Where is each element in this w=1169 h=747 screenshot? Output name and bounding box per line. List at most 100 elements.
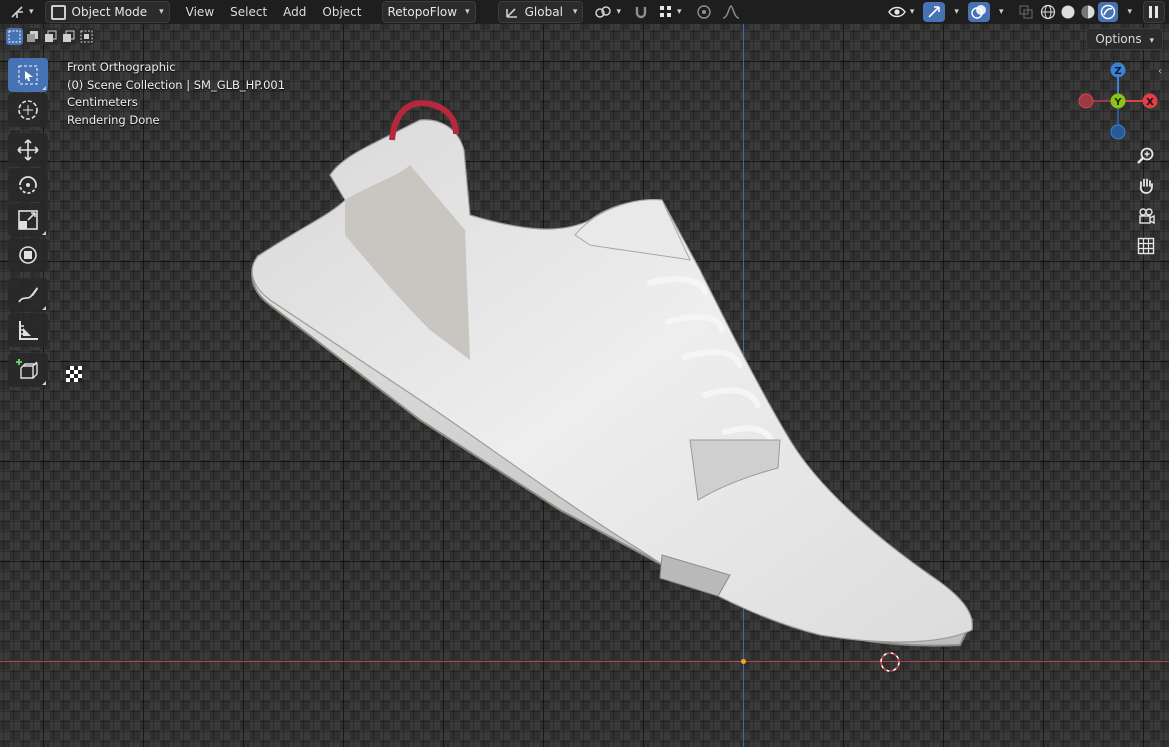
- options-dropdown[interactable]: Options ▾: [1086, 28, 1163, 50]
- menu-select[interactable]: Select: [222, 2, 275, 22]
- menu-view[interactable]: View: [178, 2, 222, 22]
- tool-move[interactable]: [8, 133, 48, 167]
- tool-cursor[interactable]: [8, 93, 48, 127]
- tweak-select-icon: [18, 65, 38, 85]
- transform-orientation-dropdown[interactable]: Global ▾: [497, 1, 584, 23]
- neg-z-handle[interactable]: [1110, 124, 1126, 140]
- tool-transform[interactable]: [8, 238, 48, 272]
- render-status: Rendering Done: [67, 112, 160, 127]
- y-axis-label: Y: [1113, 97, 1122, 108]
- rendered-sphere-icon: [1101, 4, 1116, 20]
- chevron-down-icon: ▾: [465, 7, 470, 17]
- menu-add[interactable]: Add: [275, 2, 314, 22]
- view-name: Front Orthographic: [67, 60, 176, 74]
- chevron-down-icon: ▾: [909, 7, 915, 17]
- select-subtract-icon: [45, 30, 57, 42]
- orientation-icon: [505, 8, 517, 18]
- options-label: Options: [1095, 32, 1142, 46]
- move-icon: [17, 139, 39, 161]
- chevron-down-icon: ▾: [998, 7, 1004, 17]
- neg-x-handle[interactable]: [1078, 93, 1094, 109]
- chevron-down-icon: ▾: [616, 7, 621, 17]
- retopoflow-menu[interactable]: RetopoFlow ▾: [381, 1, 476, 23]
- proportional-edit-toggle[interactable]: [691, 2, 717, 22]
- checker-render-icon[interactable]: [66, 366, 82, 382]
- x-axis-label: X: [1146, 97, 1154, 108]
- tool-annotate[interactable]: [8, 278, 48, 312]
- origin-point[interactable]: [741, 659, 746, 664]
- shading-dropdown[interactable]: ▾: [1118, 2, 1137, 22]
- gizmo-toggle[interactable]: [923, 2, 946, 22]
- add-cube-icon: [16, 359, 38, 379]
- proportional-edit-icon: [696, 5, 711, 19]
- magnet-icon: [635, 7, 647, 19]
- shading-solid[interactable]: [1058, 2, 1078, 22]
- chevron-down-icon: ▾: [29, 7, 34, 17]
- shading-rendered[interactable]: [1098, 2, 1119, 22]
- chevron-down-icon: ▾: [572, 7, 578, 17]
- tool-scale[interactable]: [8, 203, 48, 237]
- snap-toggle[interactable]: [628, 2, 654, 22]
- chevron-down-icon: ▾: [1149, 36, 1154, 46]
- hand-pan-icon: [1139, 178, 1153, 194]
- pause-icon: [1149, 6, 1158, 18]
- select-invert-icon: [63, 30, 75, 42]
- object-mode-label: Object Mode: [71, 5, 148, 19]
- tool-measure[interactable]: [8, 313, 48, 347]
- gizmo-icon: [928, 6, 941, 18]
- visibility-dropdown[interactable]: ▾: [883, 2, 920, 22]
- collection-info: (0) Scene Collection | SM_GLB_HP.001: [67, 77, 286, 92]
- select-extend-button[interactable]: [24, 28, 41, 45]
- tool-variants-indicator: [42, 306, 46, 310]
- orientation-label: Global: [524, 5, 563, 19]
- chevron-down-icon: ▾: [954, 7, 959, 17]
- select-new-button[interactable]: [6, 28, 23, 45]
- overlays-toggle[interactable]: [967, 2, 990, 22]
- retopoflow-label: RetopoFlow: [387, 5, 458, 19]
- scale-icon: [18, 210, 38, 230]
- pan-button[interactable]: [1135, 175, 1157, 197]
- snap-grid-icon: [659, 6, 671, 17]
- ortho-toggle-button[interactable]: [1135, 235, 1157, 257]
- wireframe-sphere-icon: [1041, 4, 1056, 20]
- viewport-info-overlay: Front Orthographic (0) Scene Collection …: [67, 59, 285, 129]
- object-mode-icon: [50, 4, 66, 20]
- tool-add-cube[interactable]: [8, 353, 48, 387]
- sidebar-toggle[interactable]: ‹: [1158, 66, 1162, 77]
- editor-type-button[interactable]: ▾: [4, 2, 39, 22]
- viewport-header: ▾ Object Mode ▾ View Select Add Object R…: [0, 0, 1169, 24]
- xray-icon: [1019, 5, 1033, 19]
- select-extend-icon: [27, 31, 38, 42]
- z-axis-label: Z: [1114, 66, 1121, 77]
- unit-system: Centimeters: [67, 95, 138, 110]
- tool-tweak-select[interactable]: [8, 58, 48, 92]
- measure-icon: [19, 321, 38, 340]
- select-subtract-button[interactable]: [42, 28, 59, 45]
- tool-rotate[interactable]: [8, 168, 48, 202]
- link-icon: [595, 6, 612, 18]
- overlays-dropdown[interactable]: ▾: [990, 2, 1009, 22]
- navigation-gizmo[interactable]: Z X Y: [1076, 58, 1166, 148]
- solid-sphere-icon: [1061, 5, 1075, 19]
- falloff-curve-icon: [722, 5, 739, 19]
- 3d-cursor-icon[interactable]: [876, 648, 904, 676]
- select-intersect-button[interactable]: [78, 28, 95, 45]
- camera-icon: [1139, 208, 1155, 225]
- pause-render-button[interactable]: [1143, 1, 1165, 23]
- zoom-button[interactable]: [1135, 145, 1157, 167]
- tool-shelf: [8, 58, 48, 388]
- shading-wireframe[interactable]: [1038, 2, 1058, 22]
- axes-editor-icon: [11, 6, 23, 18]
- object-mode-dropdown[interactable]: Object Mode ▾: [44, 1, 170, 23]
- select-invert-button[interactable]: [60, 28, 77, 45]
- snap-target-dropdown[interactable]: ▾: [654, 2, 687, 22]
- gizmo-dropdown[interactable]: ▾: [945, 2, 964, 22]
- tool-variants-indicator: [42, 381, 46, 385]
- pivot-point-dropdown[interactable]: ▾: [589, 2, 626, 22]
- xray-toggle[interactable]: [1014, 2, 1038, 22]
- shading-material[interactable]: [1078, 2, 1098, 22]
- menu-object[interactable]: Object: [314, 2, 369, 22]
- material-sphere-icon: [1081, 5, 1095, 19]
- camera-view-button[interactable]: [1135, 205, 1157, 227]
- falloff-dropdown[interactable]: [717, 2, 745, 22]
